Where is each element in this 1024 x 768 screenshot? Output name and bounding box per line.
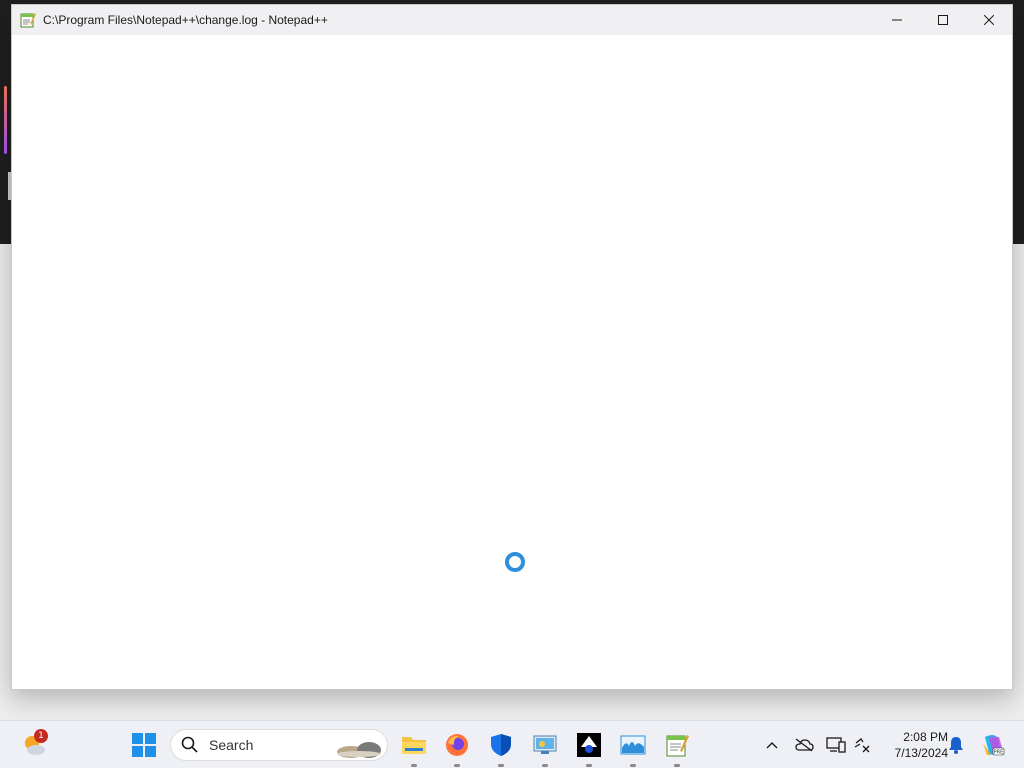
running-indicator [542,764,548,767]
taskbar: 1 Search 2:08 PM 7/13/2024 PRE [0,720,1024,768]
clock-time: 2:08 PM [903,730,948,744]
maximize-icon [938,15,948,25]
running-indicator [586,764,592,767]
windows-logo-icon [132,733,156,757]
window-title: C:\Program Files\Notepad++\change.log - … [43,13,328,27]
background-accent-bar [4,86,7,154]
copilot-button[interactable]: PRE [980,732,1006,758]
device-tray-button[interactable] [824,733,848,757]
firefox-taskbar-button[interactable] [439,727,475,767]
network-disconnected-icon [854,738,870,753]
notepad-plus-plus-icon [666,735,689,757]
minimize-button[interactable] [874,5,920,35]
loading-spinner-icon [505,552,525,572]
file-explorer-taskbar-button[interactable] [396,727,432,767]
maximize-button[interactable] [920,5,966,35]
control-panel-icon [533,735,557,754]
cloud-offline-icon [795,738,814,752]
clock-date: 7/13/2024 [894,746,948,760]
network-tray-button[interactable] [850,733,874,757]
window-controls [874,5,1012,35]
blue-wave-app-taskbar-button[interactable] [615,727,651,767]
control-panel-taskbar-button[interactable] [527,727,563,767]
show-hidden-icons-button[interactable] [760,733,784,757]
chevron-up-icon [766,742,778,749]
notepad-plus-plus-taskbar-button[interactable] [659,727,695,767]
search-label: Search [209,737,254,753]
running-indicator [674,764,680,767]
notepad-plus-plus-window[interactable]: C:\Program Files\Notepad++\change.log - … [11,4,1013,690]
system-clock[interactable]: 2:08 PM 7/13/2024 [878,728,948,762]
search-highlight-icon [337,742,381,758]
search-icon [181,736,198,753]
inkscape-taskbar-button[interactable] [571,727,607,767]
notifications-button[interactable] [944,733,968,757]
inkscape-icon [577,733,601,757]
editor-content-area[interactable] [12,35,1012,689]
minimize-icon [892,19,902,21]
onedrive-tray-button[interactable] [792,733,816,757]
close-button[interactable] [966,5,1012,35]
notepad-plus-plus-icon [20,12,36,28]
running-indicator [498,764,504,767]
devices-icon [826,737,846,753]
svg-text:PRE: PRE [994,750,1004,756]
running-indicator [630,764,636,767]
taskbar-search-box[interactable]: Search [170,729,388,761]
firefox-icon [446,734,468,756]
folder-icon [402,737,426,754]
close-icon [984,15,994,25]
shield-icon [491,734,511,756]
windows-security-taskbar-button[interactable] [483,727,519,767]
title-bar[interactable]: C:\Program Files\Notepad++\change.log - … [12,5,1012,35]
running-indicator [411,764,417,767]
wave-app-icon [620,735,646,755]
notification-badge: 1 [34,729,48,743]
copilot-icon: PRE [983,735,1005,756]
running-indicator [454,764,460,767]
bell-icon [949,737,963,754]
weather-widget[interactable]: 1 [16,727,52,763]
start-button[interactable] [128,729,160,761]
